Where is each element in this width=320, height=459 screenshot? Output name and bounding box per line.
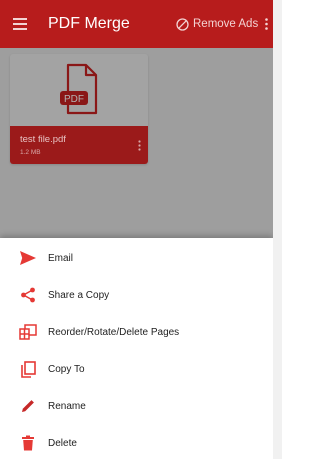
reorder-pages-label: Reorder/Rotate/Delete Pages (48, 326, 180, 338)
reorder-pages-option[interactable]: Reorder/Rotate/Delete Pages (0, 314, 273, 350)
pencil-icon (18, 396, 38, 416)
more-vert-icon (264, 18, 268, 30)
app-window: PDF Merge Remove Ads PDF test file.pdf 1… (0, 0, 273, 459)
delete-option[interactable]: Delete (0, 425, 273, 459)
share-copy-option[interactable]: Share a Copy (0, 277, 273, 313)
email-option[interactable]: Email (0, 240, 273, 276)
file-thumbnail: PDF (10, 54, 148, 126)
reorder-pages-icon (18, 322, 38, 342)
rename-label: Rename (48, 400, 86, 412)
dimmed-content[interactable]: PDF test file.pdf 1.2 MB (0, 48, 273, 238)
more-vert-icon (137, 139, 141, 151)
file-card-footer: test file.pdf 1.2 MB (10, 126, 148, 164)
file-size: 1.2 MB (20, 149, 41, 156)
overflow-menu-button[interactable] (259, 0, 273, 48)
copy-icon (18, 359, 38, 379)
remove-ads-label: Remove Ads (193, 18, 259, 30)
bottom-sheet: Email Share a Copy Reorder/Rotate/Delete… (0, 238, 273, 459)
pdf-file-icon: PDF (60, 63, 98, 115)
share-copy-label: Share a Copy (48, 289, 110, 301)
email-label: Email (48, 252, 74, 264)
pdf-badge-text: PDF (64, 94, 84, 105)
file-name: test file.pdf (20, 134, 66, 145)
copy-to-option[interactable]: Copy To (0, 351, 273, 387)
menu-button[interactable] (0, 0, 40, 48)
rename-option[interactable]: Rename (0, 388, 273, 424)
delete-label: Delete (48, 437, 77, 449)
file-options-button[interactable] (134, 136, 144, 154)
screen-edge (273, 0, 282, 459)
block-icon (176, 17, 189, 31)
copy-to-label: Copy To (48, 363, 85, 375)
app-bar: PDF Merge Remove Ads (0, 0, 273, 48)
share-icon (18, 285, 38, 305)
hamburger-menu-icon (13, 18, 27, 30)
send-icon (18, 248, 38, 268)
trash-icon (18, 433, 38, 453)
remove-ads-button[interactable]: Remove Ads (176, 0, 258, 48)
app-title: PDF Merge (48, 15, 130, 32)
file-card[interactable]: PDF test file.pdf 1.2 MB (10, 54, 148, 164)
